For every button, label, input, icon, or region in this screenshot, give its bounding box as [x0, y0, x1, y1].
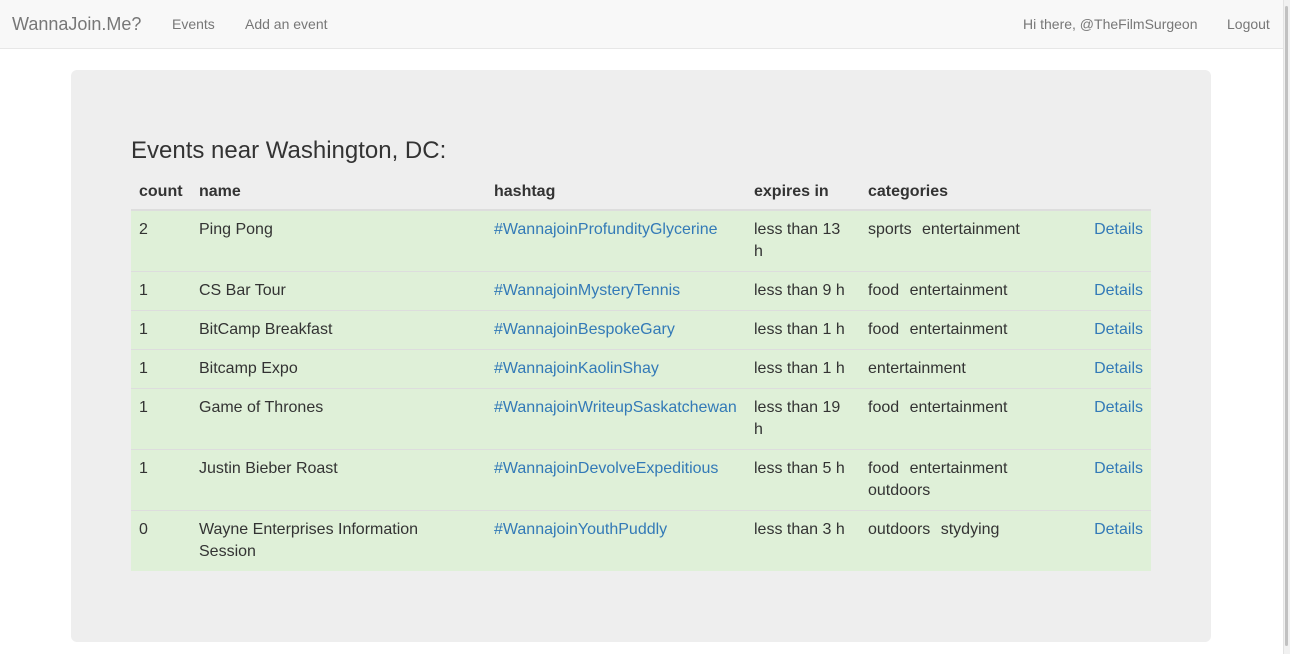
- event-categories: food entertainment: [860, 271, 1086, 311]
- event-details-link[interactable]: Details: [1094, 221, 1143, 238]
- header-hashtag: hashtag: [486, 175, 746, 211]
- event-hashtag-link[interactable]: #WannajoinBespokeGary: [494, 321, 675, 338]
- event-categories: entertainment: [860, 349, 1086, 389]
- event-name: Wayne Enterprises Information Session: [191, 510, 486, 571]
- table-row: 1 Game of Thrones #WannajoinWriteupSaskatc…: [131, 388, 1151, 450]
- page-scrollbar[interactable]: [1283, 0, 1290, 654]
- table-row: 1 Bitcamp Expo #WannajoinKaolinShay less th…: [131, 349, 1151, 389]
- event-expires: less than 1 h: [746, 349, 860, 389]
- event-details-cell: Details: [1086, 388, 1151, 450]
- event-name: Game of Thrones: [191, 388, 486, 450]
- event-count: 0: [131, 510, 191, 571]
- event-details-cell: Details: [1086, 510, 1151, 571]
- nav-user-greeting[interactable]: Hi there, @TheFilmSurgeon: [1023, 15, 1198, 33]
- event-count: 2: [131, 210, 191, 272]
- event-hashtag-link[interactable]: #WannajoinMysteryTennis: [494, 282, 680, 299]
- event-details-cell: Details: [1086, 310, 1151, 350]
- category-tag: food: [868, 321, 900, 338]
- event-details-link[interactable]: Details: [1094, 521, 1143, 538]
- table-row: 1 Justin Bieber Roast #WannajoinDevolveExp…: [131, 449, 1151, 511]
- table-row: 2 Ping Pong #WannajoinProfundityGlycerine l…: [131, 210, 1151, 272]
- header-count: count: [131, 175, 191, 211]
- events-panel: Events near Washington, DC: count name h…: [71, 70, 1211, 642]
- page-title: Events near Washington, DC:: [131, 137, 447, 164]
- event-details-cell: Details: [1086, 349, 1151, 389]
- table-row: 1 CS Bar Tour #WannajoinMysteryTennis less …: [131, 271, 1151, 311]
- nav-events-link[interactable]: Events: [172, 15, 215, 33]
- category-tag: outdoors: [868, 521, 931, 538]
- scrollbar-thumb[interactable]: [1285, 6, 1288, 646]
- category-tag: entertainment: [909, 399, 1008, 416]
- category-tag: entertainment: [909, 321, 1008, 338]
- category-tag: entertainment: [909, 460, 1008, 477]
- event-categories: food entertainment outdoors: [860, 449, 1086, 511]
- event-name: Justin Bieber Roast: [191, 449, 486, 511]
- category-tag: sports: [868, 221, 912, 238]
- event-hashtag-link[interactable]: #WannajoinProfundityGlycerine: [494, 221, 718, 238]
- event-hashtag-link[interactable]: #WannajoinWriteupSaskatchewan: [494, 399, 737, 416]
- event-details-link[interactable]: Details: [1094, 282, 1143, 299]
- nav-logout-link[interactable]: Logout: [1227, 15, 1270, 33]
- event-details-link[interactable]: Details: [1094, 460, 1143, 477]
- category-tag: food: [868, 460, 900, 477]
- category-tag: entertainment: [922, 221, 1020, 238]
- event-hashtag-cell: #WannajoinKaolinShay: [486, 349, 746, 389]
- event-name: BitCamp Breakfast: [191, 310, 486, 350]
- event-categories: food entertainment: [860, 310, 1086, 350]
- event-count: 1: [131, 310, 191, 350]
- event-name: Ping Pong: [191, 210, 486, 272]
- event-hashtag-cell: #WannajoinProfundityGlycerine: [486, 210, 746, 272]
- event-details-cell: Details: [1086, 271, 1151, 311]
- event-categories: sports entertainment: [860, 210, 1086, 272]
- event-hashtag-cell: #WannajoinYouthPuddly: [486, 510, 746, 571]
- event-expires: less than 13 h: [746, 210, 860, 272]
- category-tag: outdoors: [868, 482, 931, 499]
- event-count: 1: [131, 388, 191, 450]
- event-name: Bitcamp Expo: [191, 349, 486, 389]
- category-tag: entertainment: [868, 360, 966, 377]
- header-details: [1086, 175, 1151, 211]
- event-name: CS Bar Tour: [191, 271, 486, 311]
- nav-add-event-link[interactable]: Add an event: [245, 15, 328, 33]
- table-header-row: count name hashtag expires in categories: [131, 175, 1151, 211]
- event-expires: less than 5 h: [746, 449, 860, 511]
- header-categories: categories: [860, 175, 1086, 211]
- event-details-link[interactable]: Details: [1094, 321, 1143, 338]
- table-row: 0 Wayne Enterprises Information Session #W…: [131, 510, 1151, 571]
- event-details-cell: Details: [1086, 210, 1151, 272]
- event-categories: outdoors stydying: [860, 510, 1086, 571]
- brand-link[interactable]: WannaJoin.Me?: [12, 13, 141, 35]
- event-hashtag-cell: #WannajoinMysteryTennis: [486, 271, 746, 311]
- event-hashtag-link[interactable]: #WannajoinDevolveExpeditious: [494, 460, 718, 477]
- event-categories: food entertainment: [860, 388, 1086, 450]
- event-hashtag-cell: #WannajoinDevolveExpeditious: [486, 449, 746, 511]
- event-expires: less than 9 h: [746, 271, 860, 311]
- events-table: count name hashtag expires in categories…: [131, 175, 1151, 571]
- event-hashtag-cell: #WannajoinWriteupSaskatchewan: [486, 388, 746, 450]
- header-expires: expires in: [746, 175, 860, 211]
- table-row: 1 BitCamp Breakfast #WannajoinBespokeGary l…: [131, 310, 1151, 350]
- event-expires: less than 19 h: [746, 388, 860, 450]
- event-count: 1: [131, 349, 191, 389]
- event-hashtag-link[interactable]: #WannajoinKaolinShay: [494, 360, 659, 377]
- category-tag: food: [868, 399, 900, 416]
- header-name: name: [191, 175, 486, 211]
- event-hashtag-link[interactable]: #WannajoinYouthPuddly: [494, 521, 667, 538]
- category-tag: food: [868, 282, 900, 299]
- event-expires: less than 1 h: [746, 310, 860, 350]
- category-tag: entertainment: [909, 282, 1008, 299]
- event-count: 1: [131, 449, 191, 511]
- event-count: 1: [131, 271, 191, 311]
- event-details-cell: Details: [1086, 449, 1151, 511]
- event-details-link[interactable]: Details: [1094, 399, 1143, 416]
- category-tag: stydying: [940, 521, 1000, 538]
- event-hashtag-cell: #WannajoinBespokeGary: [486, 310, 746, 350]
- navbar: WannaJoin.Me? Events Add an event Hi the…: [0, 0, 1284, 49]
- event-expires: less than 3 h: [746, 510, 860, 571]
- event-details-link[interactable]: Details: [1094, 360, 1143, 377]
